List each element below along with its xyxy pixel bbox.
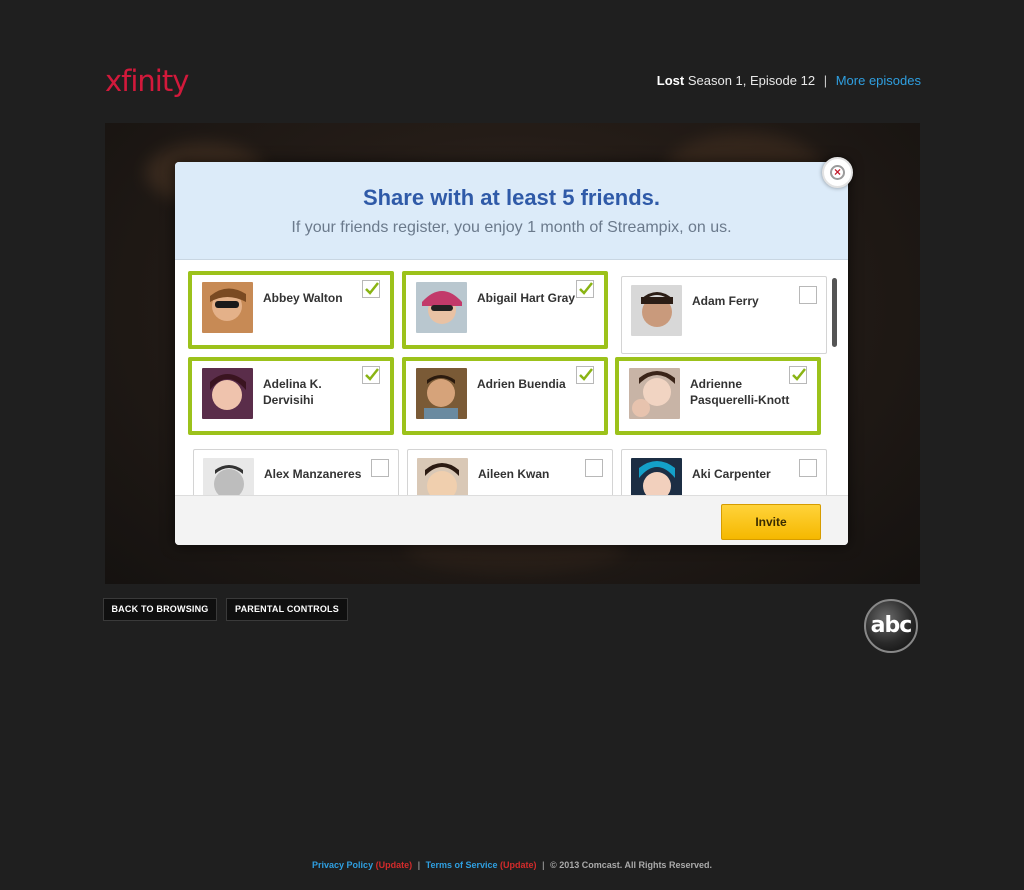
privacy-update-link[interactable]: (Update) [376,860,413,870]
modal-footer: Invite [175,495,848,545]
friend-checkbox[interactable] [585,459,603,477]
avatar [417,458,468,495]
privacy-policy-link[interactable]: Privacy Policy [312,860,373,870]
episode-label: Season 1, Episode 12 [687,73,816,88]
terms-update-link[interactable]: (Update) [500,860,537,870]
parental-controls-button[interactable]: PARENTAL CONTROLS [226,598,348,621]
friend-name: Alex Manzaneres [264,467,362,481]
more-episodes-link[interactable]: More episodes [836,73,921,88]
avatar [202,282,253,333]
network-logo-text: abc [870,613,913,638]
avatar [203,458,254,495]
invite-button[interactable]: Invite [721,504,821,540]
checkmark-icon [579,282,593,295]
friend-checkbox[interactable] [362,280,380,298]
footer-separator: | [542,860,545,870]
modal-header: Share with at least 5 friends. If your f… [175,162,848,260]
friends-list[interactable]: Abbey Walton Abigail Hart Gray Adam Ferr… [175,260,848,495]
checkmark-icon [365,282,379,295]
friend-checkbox[interactable] [799,286,817,304]
friend-name: Adrien Buendia [477,377,566,391]
friend-card[interactable]: Abigail Hart Gray [402,271,608,349]
avatar [631,285,682,336]
checkmark-icon [579,368,593,381]
friend-card[interactable]: Adrien Buendia [402,357,608,435]
avatar [416,368,467,419]
back-to-browsing-button[interactable]: BACK TO BROWSING [103,598,217,621]
checkmark-icon [792,368,806,381]
footer-separator: | [417,860,421,870]
avatar [631,458,682,495]
close-icon: × [830,165,845,180]
avatar [202,368,253,419]
checkmark-icon [365,368,379,381]
xfinity-logo[interactable]: xfinity [105,64,189,98]
friend-checkbox[interactable] [576,280,594,298]
close-button[interactable]: × [822,157,853,188]
friend-checkbox[interactable] [362,366,380,384]
friend-card[interactable]: Aileen Kwan [407,449,613,495]
separator: | [823,73,828,88]
friend-name: Aileen Kwan [478,467,550,481]
friend-checkbox[interactable] [789,366,807,384]
share-modal: Share with at least 5 friends. If your f… [175,162,848,545]
friend-name: Adelina K. Dervisihi [263,377,322,407]
modal-subtitle: If your friends register, you enjoy 1 mo… [291,219,732,236]
friend-card[interactable]: Adrienne Pasquerelli-Knott [615,357,821,435]
friend-name: Abigail Hart Gray [477,291,576,305]
friend-card[interactable]: Aki Carpenter [621,449,827,495]
friend-name: Aki Carpenter [692,467,771,481]
friend-name: Adam Ferry [692,294,759,308]
friend-card[interactable]: Adelina K. Dervisihi [188,357,394,435]
site-footer: Privacy Policy (Update) | Terms of Servi… [0,860,1024,870]
friend-card[interactable]: Abbey Walton [188,271,394,349]
copyright-text: © 2013 Comcast. All Rights Reserved. [550,860,712,870]
friends-scrollbar[interactable] [832,278,837,347]
episode-info: Lost Season 1, Episode 12 | More episode… [657,73,921,88]
terms-of-service-link[interactable]: Terms of Service [426,860,498,870]
friend-name: Abbey Walton [263,291,343,305]
abc-network-logo: abc [864,599,918,653]
avatar [629,368,680,419]
friend-checkbox[interactable] [371,459,389,477]
friend-name: Adrienne Pasquerelli-Knott [690,377,790,407]
friend-card[interactable]: Alex Manzaneres [193,449,399,495]
avatar [416,282,467,333]
show-name: Lost [656,73,685,88]
modal-title: Share with at least 5 friends. [362,185,661,210]
friend-checkbox[interactable] [799,459,817,477]
friend-checkbox[interactable] [576,366,594,384]
friend-card[interactable]: Adam Ferry [621,276,827,354]
